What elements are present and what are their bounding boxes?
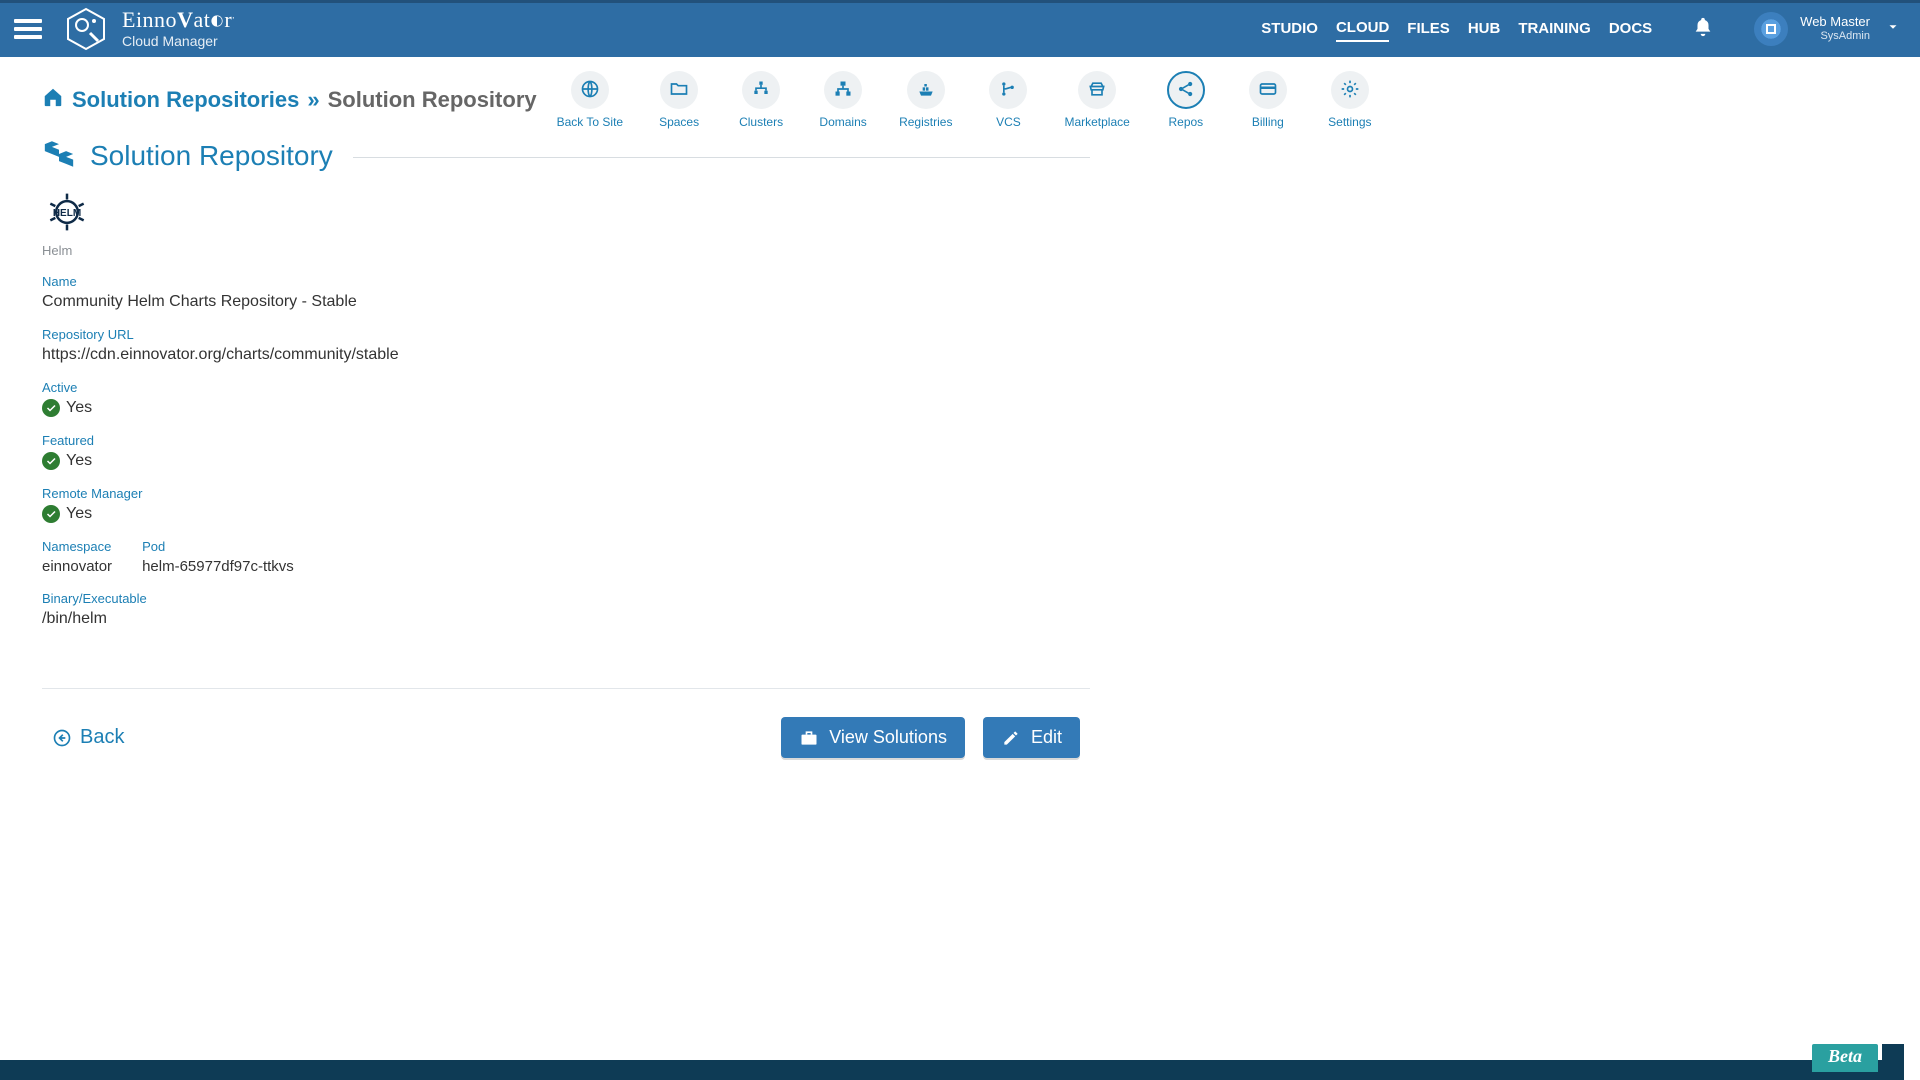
nav-label: Domains <box>819 115 866 129</box>
user-name: Web Master <box>1800 15 1870 29</box>
nav-billing[interactable]: Billing <box>1242 71 1294 129</box>
field-label-remote: Remote Manager <box>42 486 1090 501</box>
nav-label: Marketplace <box>1064 115 1129 129</box>
notifications-bell-icon[interactable] <box>1692 16 1714 41</box>
helm-logo-icon: HELM <box>42 188 1090 239</box>
edit-icon <box>1001 728 1021 748</box>
field-value-namespace: einnovator <box>42 558 112 575</box>
nav-label: Spaces <box>659 115 699 129</box>
nav-label: Clusters <box>739 115 783 129</box>
nav-clusters[interactable]: Clusters <box>735 71 787 129</box>
breadcrumb-root[interactable]: Solution Repositories <box>72 87 299 113</box>
svg-text:HELM: HELM <box>53 208 81 219</box>
field-label-featured: Featured <box>42 433 1090 448</box>
branch-icon <box>998 79 1018 102</box>
hamburger-menu-icon[interactable] <box>14 15 42 43</box>
button-label: View Solutions <box>829 727 947 748</box>
nav-marketplace[interactable]: Marketplace <box>1064 71 1129 129</box>
folder-icon <box>669 79 689 102</box>
nav-repos[interactable]: Repos <box>1160 71 1212 129</box>
footer-corner <box>1882 1044 1904 1072</box>
user-role: SysAdmin <box>1820 30 1870 42</box>
helm-caption: Helm <box>42 243 1090 258</box>
avatar <box>1754 12 1788 46</box>
nav-settings[interactable]: Settings <box>1324 71 1376 129</box>
brand-text[interactable]: EinnoVatr. Cloud Manager <box>122 8 235 50</box>
topnav-hub[interactable]: HUB <box>1468 16 1501 41</box>
cubes-icon <box>42 137 76 174</box>
brand-hexagon-icon[interactable] <box>64 7 108 51</box>
field-value-pod: helm-65977df97c-ttkvs <box>142 558 294 575</box>
share-nodes-icon <box>1176 79 1196 102</box>
top-nav: STUDIO CLOUD FILES HUB TRAINING DOCS <box>1261 15 1652 42</box>
arrow-left-circle-icon <box>52 728 72 748</box>
beta-badge: Beta <box>1812 1044 1878 1072</box>
button-label: Edit <box>1031 727 1062 748</box>
topnav-docs[interactable]: DOCS <box>1609 16 1652 41</box>
ship-icon <box>916 79 936 102</box>
view-solutions-button[interactable]: View Solutions <box>781 717 965 758</box>
field-value-binary: /bin/helm <box>42 610 1090 628</box>
nav-vcs[interactable]: VCS <box>982 71 1034 129</box>
edit-button[interactable]: Edit <box>983 717 1080 758</box>
field-label-name: Name <box>42 274 1090 289</box>
field-value-active: Yes <box>66 399 92 417</box>
field-value-name: Community Helm Charts Repository - Stabl… <box>42 293 1090 311</box>
briefcase-icon <box>799 728 819 748</box>
topnav-files[interactable]: FILES <box>1407 16 1450 41</box>
check-circle-icon <box>42 505 60 523</box>
credit-card-icon <box>1258 79 1278 102</box>
field-label-pod: Pod <box>142 539 294 554</box>
check-circle-icon <box>42 399 60 417</box>
nav-label: Billing <box>1252 115 1284 129</box>
store-icon <box>1087 79 1107 102</box>
top-bar: EinnoVatr. Cloud Manager STUDIO CLOUD FI… <box>0 0 1920 57</box>
field-label-active: Active <box>42 380 1090 395</box>
breadcrumb-current: Solution Repository <box>328 87 537 113</box>
nav-label: Registries <box>899 115 952 129</box>
nav-domains[interactable]: Domains <box>817 71 869 129</box>
check-circle-icon <box>42 452 60 470</box>
user-menu[interactable]: Web Master SysAdmin <box>1754 12 1900 46</box>
chevron-down-icon <box>1886 20 1900 37</box>
section-nav: Back To Site Spaces Clusters Domains Reg… <box>557 71 1376 129</box>
topnav-training[interactable]: TRAINING <box>1518 16 1591 41</box>
breadcrumb-separator-icon: » <box>307 87 319 113</box>
nav-back-to-site[interactable]: Back To Site <box>557 71 623 129</box>
title-divider <box>353 157 1090 158</box>
sitemap-icon <box>833 79 853 102</box>
field-value-featured: Yes <box>66 452 92 470</box>
topnav-studio[interactable]: STUDIO <box>1261 16 1318 41</box>
page-title: Solution Repository <box>90 140 333 172</box>
brand-name: EinnoVatr. <box>122 8 235 32</box>
globe-icon <box>580 79 600 102</box>
cluster-icon <box>751 79 771 102</box>
field-label-namespace: Namespace <box>42 539 112 554</box>
field-value-remote: Yes <box>66 505 92 523</box>
field-label-url: Repository URL <box>42 327 1090 342</box>
field-label-binary: Binary/Executable <box>42 591 1090 606</box>
field-value-url: https://cdn.einnovator.org/charts/commun… <box>42 346 1090 364</box>
home-icon[interactable] <box>42 86 64 114</box>
actions-divider <box>42 688 1090 689</box>
back-link-label: Back <box>80 726 124 749</box>
nav-spaces[interactable]: Spaces <box>653 71 705 129</box>
breadcrumb: Solution Repositories » Solution Reposit… <box>42 86 537 114</box>
brand-subtitle: Cloud Manager <box>122 34 235 49</box>
back-link[interactable]: Back <box>52 726 124 749</box>
topnav-cloud[interactable]: CLOUD <box>1336 15 1389 42</box>
nav-label: VCS <box>996 115 1021 129</box>
nav-label: Back To Site <box>557 115 623 129</box>
nav-label: Repos <box>1168 115 1203 129</box>
nav-registries[interactable]: Registries <box>899 71 952 129</box>
footer-strip: Beta <box>0 1060 1904 1080</box>
gear-icon <box>1340 79 1360 102</box>
nav-label: Settings <box>1328 115 1371 129</box>
